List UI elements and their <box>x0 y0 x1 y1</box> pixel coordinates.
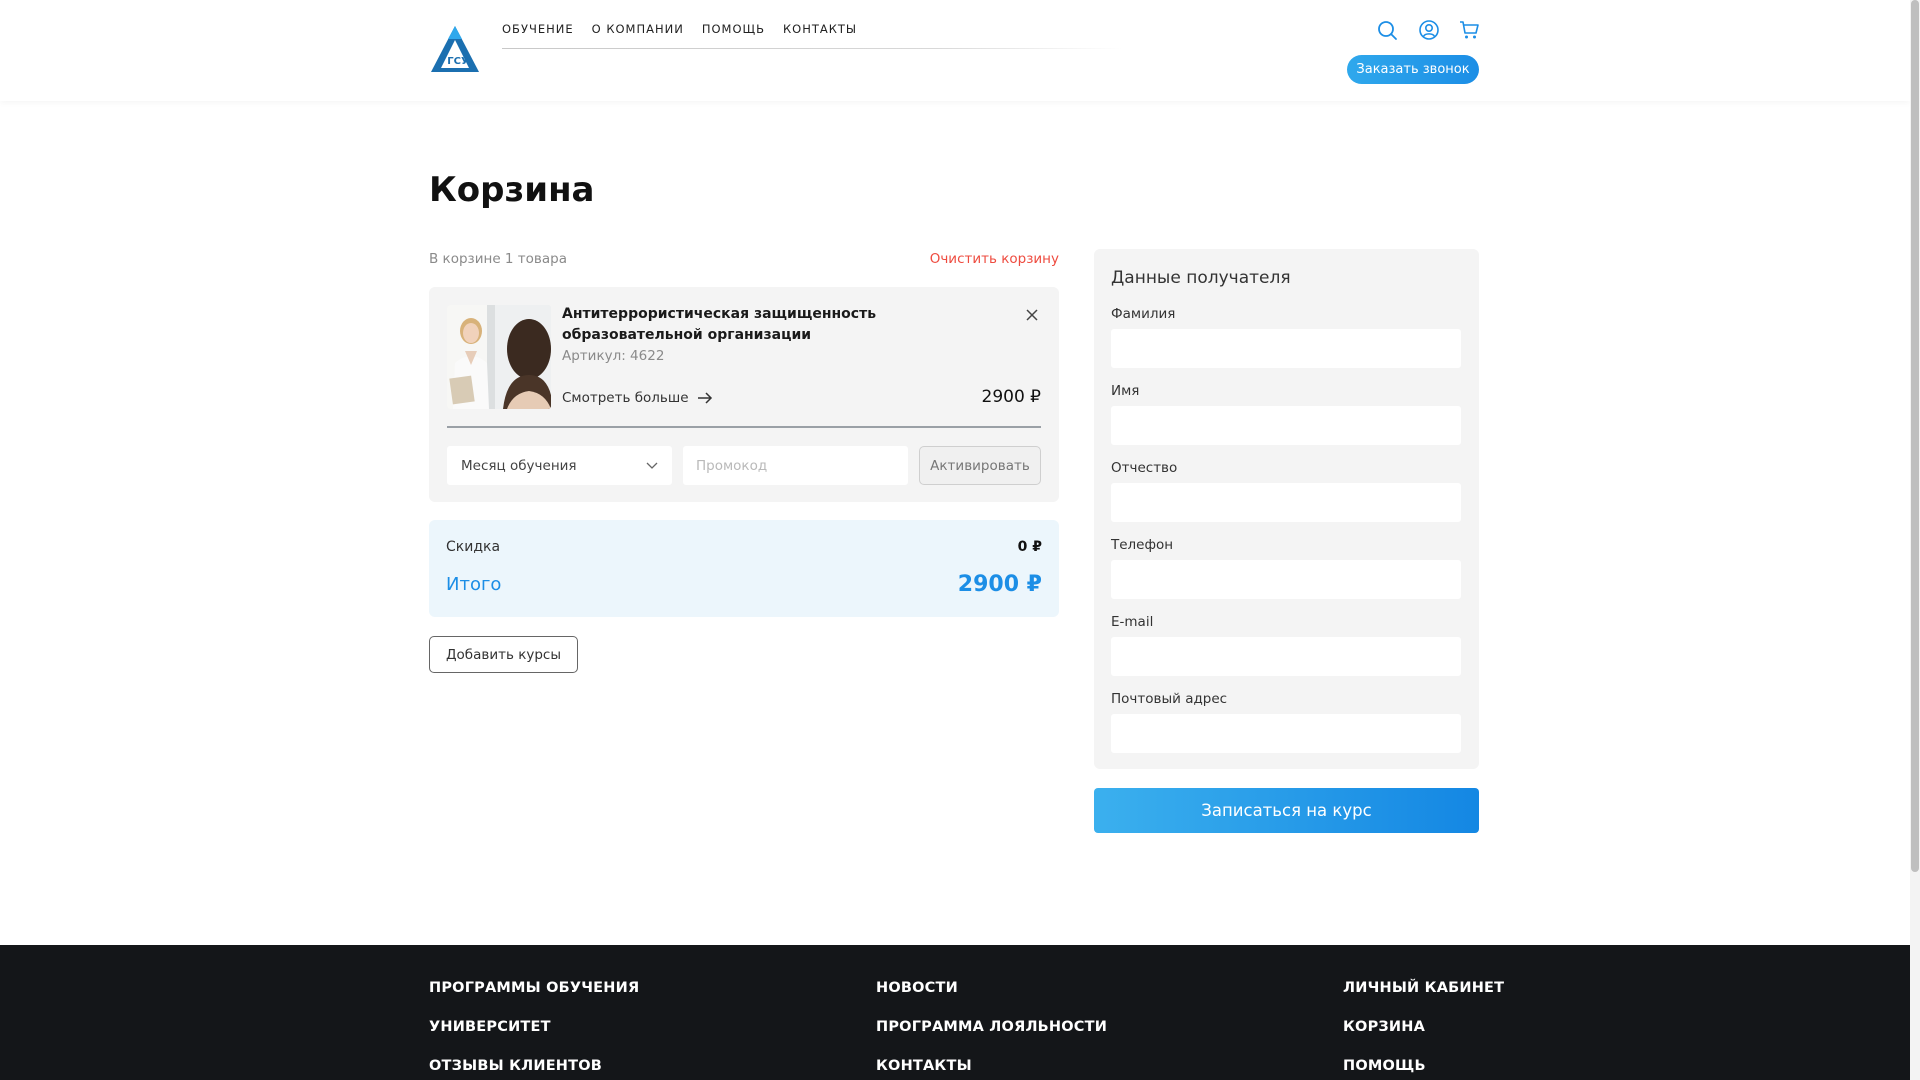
remove-item-icon[interactable] <box>1024 307 1040 323</box>
user-icon[interactable] <box>1418 19 1440 41</box>
course-thumbnail[interactable] <box>447 305 551 409</box>
email-label: E-mail <box>1111 614 1154 630</box>
phone-field[interactable] <box>1111 560 1461 599</box>
order-call-button[interactable]: Заказать звонок <box>1347 55 1479 84</box>
scrollbar-thumb[interactable] <box>1911 0 1919 872</box>
see-more-label: Смотреть больше <box>562 390 689 406</box>
recipient-form: Данные получателя Фамилия Имя Отчество Т… <box>1094 249 1479 769</box>
promo-code-input[interactable] <box>683 446 908 485</box>
postal-address-label: Почтовый адрес <box>1111 691 1228 707</box>
search-icon[interactable] <box>1376 19 1398 41</box>
surname-field[interactable] <box>1111 329 1461 368</box>
site-footer: ПРОГРАММЫ ОБУЧЕНИЯ УНИВЕРСИТЕТ ОТЗЫВЫ КЛ… <box>0 945 1910 1080</box>
nav-item-contacts[interactable]: КОНТАКТЫ <box>783 22 857 36</box>
cart-icon[interactable] <box>1458 19 1480 41</box>
name-label: Имя <box>1111 383 1140 399</box>
nav-item-help[interactable]: ПОМОЩЬ <box>702 22 765 36</box>
footer-link-contacts[interactable]: КОНТАКТЫ <box>876 1058 972 1074</box>
nav-item-education[interactable]: ОБУЧЕНИЕ <box>502 22 574 36</box>
month-select[interactable]: Месяц обучения <box>447 446 672 485</box>
main-nav: ОБУЧЕНИЕ О КОМПАНИИ ПОМОЩЬ КОНТАКТЫ <box>502 22 857 36</box>
chevron-down-icon <box>646 462 658 469</box>
surname-label: Фамилия <box>1111 306 1176 322</box>
page-title: Корзина <box>429 170 595 210</box>
footer-link-university[interactable]: УНИВЕРСИТЕТ <box>429 1019 551 1035</box>
arrow-right-icon <box>697 392 712 404</box>
see-more-link[interactable]: Смотреть больше <box>562 390 713 406</box>
gsu-logo[interactable]: ГСУ <box>429 24 481 74</box>
add-courses-button[interactable]: Добавить курсы <box>429 636 578 673</box>
month-select-label: Месяц обучения <box>461 457 577 474</box>
item-divider <box>447 426 1041 428</box>
total-label: Итого <box>446 574 502 595</box>
totals-panel: Скидка 0 ₽ Итого 2900 ₽ <box>429 520 1059 617</box>
logo-text: ГСУ <box>447 56 469 67</box>
footer-link-help[interactable]: ПОМОЩЬ <box>1343 1058 1426 1074</box>
patronymic-label: Отчество <box>1111 460 1178 476</box>
course-article: Артикул: 4622 <box>562 348 665 364</box>
postal-address-field[interactable] <box>1111 714 1461 753</box>
cart-item-card: Антитеррористическая защищенность образо… <box>429 287 1059 502</box>
email-field[interactable] <box>1111 637 1461 676</box>
activate-promo-button[interactable]: Активировать <box>919 446 1041 485</box>
course-thumbnail-image <box>447 305 551 409</box>
site-header: ГСУ ОБУЧЕНИЕ О КОМПАНИИ ПОМОЩЬ КОНТАКТЫ … <box>0 0 1910 101</box>
form-title: Данные получателя <box>1111 268 1291 288</box>
footer-link-programs[interactable]: ПРОГРАММЫ ОБУЧЕНИЯ <box>429 980 639 996</box>
total-value: 2900 ₽ <box>957 572 1042 597</box>
footer-link-account[interactable]: ЛИЧНЫЙ КАБИНЕТ <box>1343 980 1504 996</box>
footer-link-reviews[interactable]: ОТЗЫВЫ КЛИЕНТОВ <box>429 1058 602 1074</box>
footer-link-loyalty[interactable]: ПРОГРАММА ЛОЯЛЬНОСТИ <box>876 1019 1107 1035</box>
discount-value: 0 ₽ <box>1017 539 1042 555</box>
discount-label: Скидка <box>446 539 501 555</box>
name-field[interactable] <box>1111 406 1461 445</box>
patronymic-field[interactable] <box>1111 483 1461 522</box>
enroll-button[interactable]: Записаться на курс <box>1094 788 1479 833</box>
phone-label: Телефон <box>1111 537 1174 553</box>
footer-link-news[interactable]: НОВОСТИ <box>876 980 958 996</box>
nav-item-about[interactable]: О КОМПАНИИ <box>592 22 684 36</box>
nav-divider <box>502 48 1122 49</box>
course-title[interactable]: Антитеррористическая защищенность образо… <box>562 304 992 346</box>
item-price: 2900 ₽ <box>981 387 1041 407</box>
footer-link-cart[interactable]: КОРЗИНА <box>1343 1019 1425 1035</box>
cart-count-text: В корзине 1 товара <box>429 251 567 267</box>
clear-cart-link[interactable]: Очистить корзину <box>930 251 1059 267</box>
